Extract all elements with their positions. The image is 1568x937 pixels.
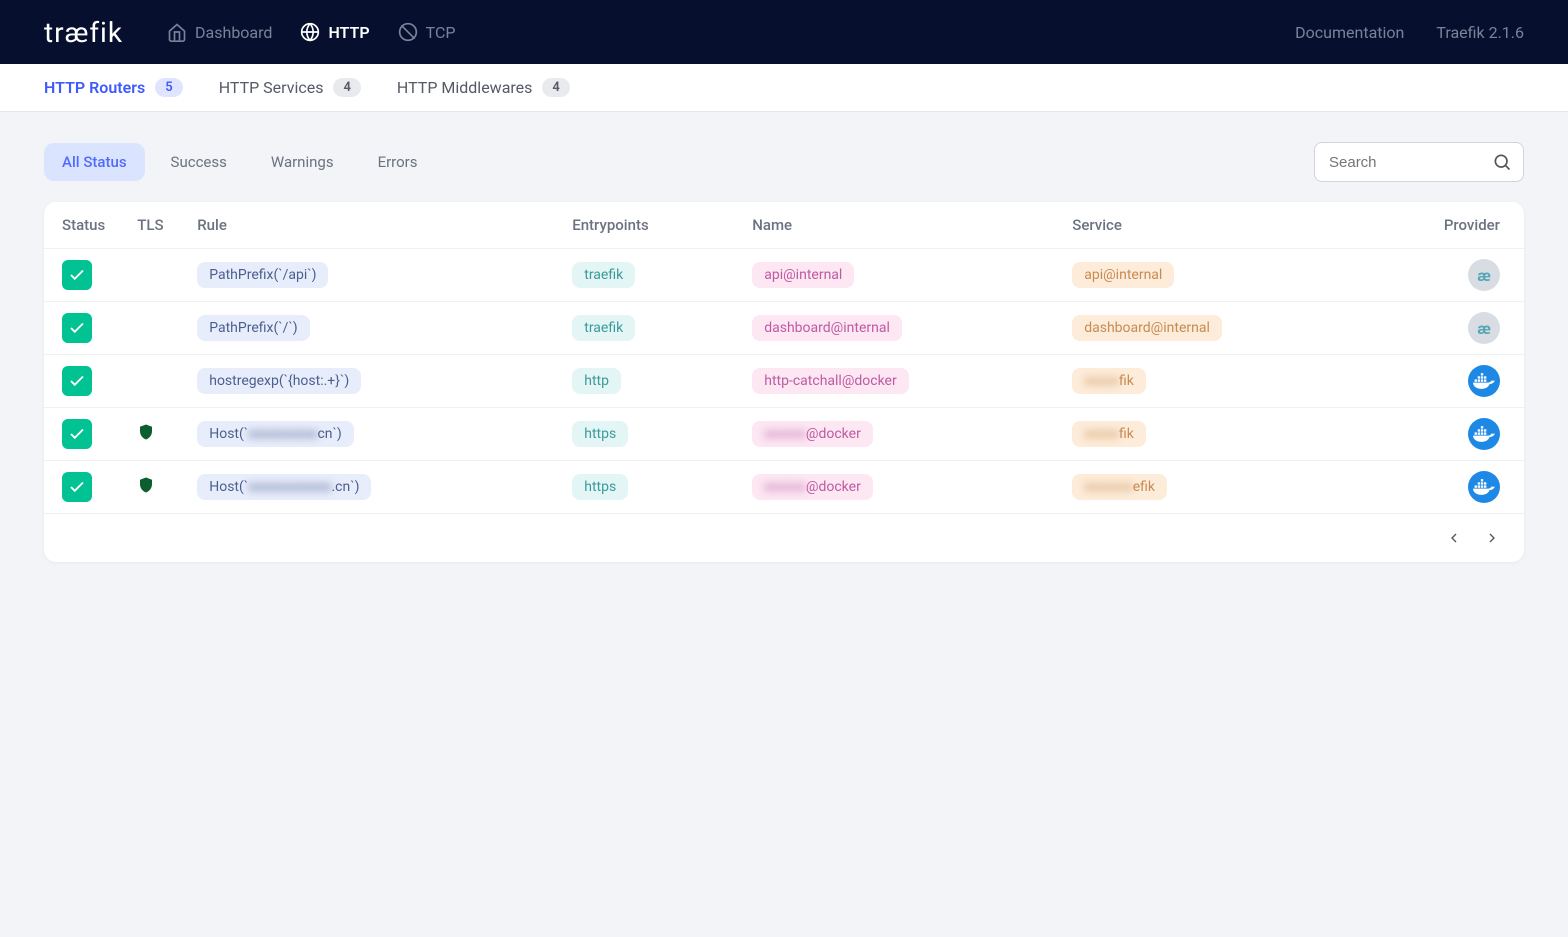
rule-chip: Host(`xxxxxxxxxxcn`) bbox=[197, 421, 354, 447]
subtab-routers-label: HTTP Routers bbox=[44, 78, 145, 97]
topbar: træfik Dashboard HTTP TCP Documentation … bbox=[0, 0, 1568, 64]
subtab-services-label: HTTP Services bbox=[219, 78, 324, 97]
chevron-right-icon bbox=[1484, 530, 1500, 546]
logo: træfik bbox=[44, 16, 123, 49]
subtab-middlewares[interactable]: HTTP Middlewares 4 bbox=[397, 78, 570, 97]
entrypoint-chip: https bbox=[572, 421, 628, 447]
main: All Status Success Warnings Errors Statu… bbox=[0, 112, 1568, 592]
th-status[interactable]: Status bbox=[44, 202, 121, 249]
subtabs: HTTP Routers 5 HTTP Services 4 HTTP Midd… bbox=[0, 64, 1568, 112]
nav-right: Documentation Traefik 2.1.6 bbox=[1295, 23, 1524, 42]
subtab-services[interactable]: HTTP Services 4 bbox=[219, 78, 361, 97]
tls-shield-icon bbox=[137, 428, 155, 446]
filter-success[interactable]: Success bbox=[153, 143, 245, 181]
table-row[interactable]: PathPrefix(`/api`) traefik api@internal api… bbox=[44, 249, 1524, 302]
search-icon bbox=[1492, 152, 1512, 172]
table-row[interactable]: hostregexp(`{host:.+}`) http http-catchall… bbox=[44, 355, 1524, 408]
subtab-middlewares-label: HTTP Middlewares bbox=[397, 78, 533, 97]
service-chip: xxxxxfik bbox=[1072, 368, 1146, 394]
name-chip: dashboard@internal bbox=[752, 315, 902, 341]
subtab-services-count: 4 bbox=[333, 78, 360, 97]
pager-prev[interactable] bbox=[1442, 526, 1466, 550]
th-tls[interactable]: TLS bbox=[121, 202, 181, 249]
name-chip: xxxxxx@docker bbox=[752, 474, 873, 500]
th-provider[interactable]: Provider bbox=[1366, 202, 1524, 249]
table-row[interactable]: Host(`xxxxxxxxxxcn`) https xxxxxx@docker xx… bbox=[44, 408, 1524, 461]
version-label: Traefik 2.1.6 bbox=[1436, 23, 1524, 42]
documentation-link[interactable]: Documentation bbox=[1295, 23, 1404, 42]
nav-http[interactable]: HTTP bbox=[300, 22, 369, 42]
provider-docker-icon bbox=[1468, 418, 1500, 450]
th-rule[interactable]: Rule bbox=[181, 202, 556, 249]
filter-warnings[interactable]: Warnings bbox=[253, 143, 352, 181]
provider-docker-icon bbox=[1468, 365, 1500, 397]
pager bbox=[44, 514, 1524, 562]
status-success-icon bbox=[62, 472, 92, 502]
provider-internal-icon: æ bbox=[1468, 312, 1500, 344]
service-chip: dashboard@internal bbox=[1072, 315, 1222, 341]
service-chip: xxxxxxxefik bbox=[1072, 474, 1167, 500]
nav-dashboard-label: Dashboard bbox=[195, 23, 272, 42]
name-chip: http-catchall@docker bbox=[752, 368, 909, 394]
status-success-icon bbox=[62, 260, 92, 290]
filter-all[interactable]: All Status bbox=[44, 143, 145, 181]
status-success-icon bbox=[62, 419, 92, 449]
chevron-left-icon bbox=[1446, 530, 1462, 546]
provider-docker-icon bbox=[1468, 471, 1500, 503]
service-chip: api@internal bbox=[1072, 262, 1174, 288]
entrypoint-chip: http bbox=[572, 368, 621, 394]
nav-http-label: HTTP bbox=[328, 23, 369, 42]
rule-chip: PathPrefix(`/`) bbox=[197, 315, 309, 341]
name-chip: xxxxxx@docker bbox=[752, 421, 873, 447]
filters-row: All Status Success Warnings Errors bbox=[44, 142, 1524, 182]
entrypoint-chip: traefik bbox=[572, 262, 635, 288]
status-filters: All Status Success Warnings Errors bbox=[44, 143, 436, 181]
th-name[interactable]: Name bbox=[736, 202, 1056, 249]
routers-table: Status TLS Rule Entrypoints Name Service… bbox=[44, 202, 1524, 514]
tcp-icon bbox=[398, 22, 418, 42]
nav-items: Dashboard HTTP TCP bbox=[167, 22, 1295, 42]
nav-tcp[interactable]: TCP bbox=[398, 22, 456, 42]
routers-table-card: Status TLS Rule Entrypoints Name Service… bbox=[44, 202, 1524, 562]
service-chip: xxxxxfik bbox=[1072, 421, 1146, 447]
subtab-routers-count: 5 bbox=[155, 78, 182, 97]
home-icon bbox=[167, 22, 187, 42]
status-success-icon bbox=[62, 366, 92, 396]
name-chip: api@internal bbox=[752, 262, 854, 288]
nav-tcp-label: TCP bbox=[426, 23, 456, 42]
globe-icon bbox=[300, 22, 320, 42]
tls-shield-icon bbox=[137, 481, 155, 499]
search-box bbox=[1314, 142, 1524, 182]
filter-errors[interactable]: Errors bbox=[360, 143, 436, 181]
table-row[interactable]: Host(`xxxxxxxxxxxx.cn`) https xxxxxx@docke… bbox=[44, 461, 1524, 514]
entrypoint-chip: https bbox=[572, 474, 628, 500]
pager-next[interactable] bbox=[1480, 526, 1504, 550]
nav-dashboard[interactable]: Dashboard bbox=[167, 22, 272, 42]
subtab-middlewares-count: 4 bbox=[542, 78, 569, 97]
rule-chip: Host(`xxxxxxxxxxxx.cn`) bbox=[197, 474, 371, 500]
rule-chip: PathPrefix(`/api`) bbox=[197, 262, 328, 288]
table-row[interactable]: PathPrefix(`/`) traefik dashboard@internal… bbox=[44, 302, 1524, 355]
provider-internal-icon: æ bbox=[1468, 259, 1500, 291]
subtab-routers[interactable]: HTTP Routers 5 bbox=[44, 78, 183, 97]
status-success-icon bbox=[62, 313, 92, 343]
th-service[interactable]: Service bbox=[1056, 202, 1366, 249]
th-entrypoints[interactable]: Entrypoints bbox=[556, 202, 736, 249]
entrypoint-chip: traefik bbox=[572, 315, 635, 341]
table-header-row: Status TLS Rule Entrypoints Name Service… bbox=[44, 202, 1524, 249]
rule-chip: hostregexp(`{host:.+}`) bbox=[197, 368, 361, 394]
